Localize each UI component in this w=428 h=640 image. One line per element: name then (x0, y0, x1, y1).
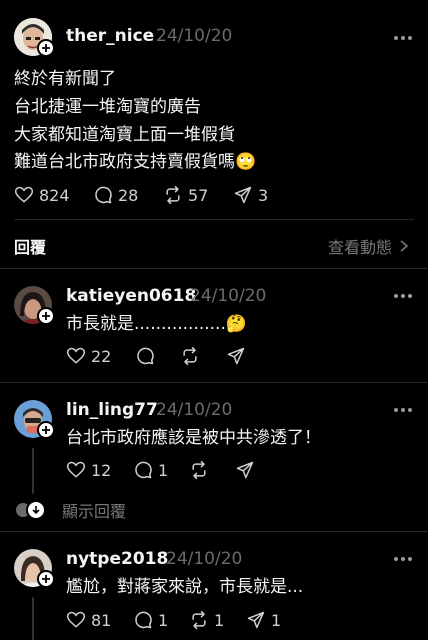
comment-button[interactable]: 28 (93, 183, 138, 207)
like-count: 12 (91, 460, 112, 480)
chevron-down-icon (26, 500, 46, 520)
share-button[interactable]: 1 (246, 608, 281, 632)
post-line-1: 終於有新聞了 (14, 69, 116, 89)
thread-line (32, 448, 34, 494)
follow-plus-icon[interactable] (37, 570, 55, 588)
show-replies-button[interactable]: 顯示回覆 (14, 498, 126, 522)
heart-icon (66, 347, 86, 364)
comment-button[interactable] (135, 344, 155, 368)
like-button[interactable]: 824 (14, 183, 70, 207)
reply-date: 24/10/20 (190, 286, 267, 306)
post-line-2: 台北捷運一堆淘寶的廣告 (14, 97, 201, 117)
comment-icon (135, 461, 152, 479)
reply-date: 24/10/20 (156, 400, 233, 420)
repost-count: 1 (214, 610, 225, 630)
like-button[interactable]: 12 (66, 458, 111, 482)
send-icon (236, 461, 254, 479)
reply-text: 台北市政府應該是被中共滲透了！ (66, 428, 321, 448)
repost-count: 57 (188, 185, 209, 205)
send-icon (247, 611, 265, 629)
divider (0, 268, 428, 269)
like-count: 22 (91, 346, 112, 366)
reply-text: 市長就是.................🤔 (66, 314, 248, 334)
chevron-right-icon (400, 240, 409, 252)
repost-button[interactable]: 57 (163, 183, 208, 207)
like-count: 824 (39, 185, 70, 205)
share-button[interactable] (226, 344, 246, 368)
repost-icon (183, 346, 197, 366)
divider (0, 382, 428, 383)
more-options-icon[interactable] (394, 33, 414, 43)
more-options-icon[interactable] (394, 291, 414, 301)
repost-button[interactable] (189, 458, 209, 482)
follow-plus-icon[interactable] (37, 39, 55, 57)
divider (14, 219, 414, 220)
comment-count: 28 (118, 185, 139, 205)
comment-count: 1 (158, 460, 169, 480)
share-button[interactable]: 3 (233, 183, 268, 207)
like-button[interactable]: 81 (66, 608, 111, 632)
send-icon (227, 347, 245, 365)
show-replies-label: 顯示回覆 (62, 502, 127, 521)
reply-username[interactable]: nytpe2018 (66, 549, 168, 569)
share-count: 1 (271, 610, 282, 630)
post-line-4: 難道台北市政府支持賣假貨嗎🙄 (14, 152, 257, 172)
heart-icon (14, 186, 34, 203)
post-line-3: 大家都知道淘寶上面一堆假貨 (14, 125, 235, 145)
view-activity-label: 查看動態 (328, 238, 393, 257)
repost-button[interactable] (180, 344, 200, 368)
comment-icon (95, 186, 112, 204)
post-date: 24/10/20 (156, 26, 233, 46)
reply-username[interactable]: lin_ling77 (66, 400, 158, 420)
more-options-icon[interactable] (394, 554, 414, 564)
comment-button[interactable]: 1 (133, 608, 168, 632)
more-options-icon[interactable] (394, 405, 414, 415)
share-button[interactable] (235, 458, 255, 482)
repost-icon (166, 185, 180, 205)
repost-icon (192, 460, 206, 480)
share-count: 3 (258, 185, 269, 205)
comment-icon (137, 347, 154, 365)
follow-plus-icon[interactable] (37, 307, 55, 325)
comment-icon (135, 611, 152, 629)
send-icon (234, 186, 252, 204)
post-username[interactable]: ther_nice (66, 26, 154, 46)
repost-button[interactable]: 1 (189, 608, 224, 632)
view-activity-link[interactable]: 查看動態 (328, 234, 410, 258)
divider (0, 531, 428, 532)
like-button[interactable]: 22 (66, 344, 111, 368)
repost-icon (192, 610, 206, 630)
comment-button[interactable]: 1 (133, 458, 168, 482)
like-count: 81 (91, 610, 112, 630)
replies-heading: 回覆 (14, 238, 47, 257)
thread-line (32, 597, 34, 640)
follow-plus-icon[interactable] (37, 421, 55, 439)
comment-count: 1 (158, 610, 169, 630)
reply-date: 24/10/20 (166, 549, 243, 569)
heart-icon (66, 461, 86, 478)
reply-username[interactable]: katieyen0618 (66, 286, 196, 306)
reply-text: 尷尬，對蔣家來說，市長就是... (66, 577, 304, 597)
heart-icon (66, 611, 86, 628)
